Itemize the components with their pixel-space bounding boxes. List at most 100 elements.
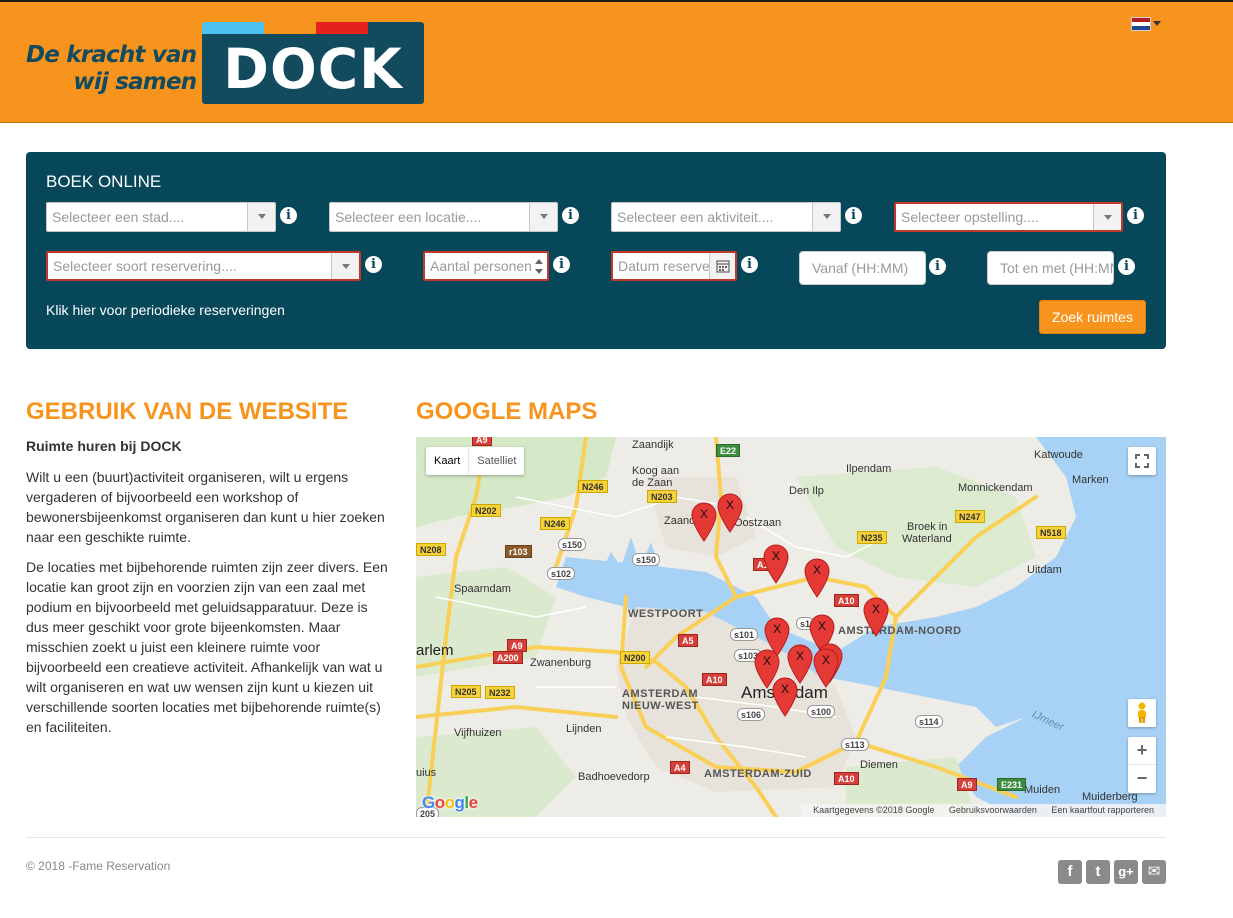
calendar-icon[interactable] <box>709 253 735 279</box>
activity-select[interactable]: Selecteer een aktiviteit.... <box>611 202 841 232</box>
map-attribution: Kaartgegevens ©2018 Google Gebruiksvoorw… <box>801 804 1166 817</box>
from-time-input[interactable]: Vanaf (HH:MM) <box>799 251 926 285</box>
street-view-button[interactable] <box>1128 699 1156 727</box>
road-shield: s101 <box>730 628 759 641</box>
to-time-input[interactable]: Tot en met (HH:MM) <box>987 251 1114 285</box>
map-marker[interactable]: X <box>772 677 798 717</box>
location-select-placeholder: Selecteer een locatie.... <box>335 209 482 225</box>
road-shield: A10 <box>702 673 727 686</box>
place-label: Katwoude <box>1034 449 1083 461</box>
info-icon[interactable]: i <box>1118 258 1135 275</box>
city-select[interactable]: Selecteer een stad.... <box>46 202 276 232</box>
map-marker[interactable]: X <box>863 597 889 637</box>
google-logo[interactable]: Google <box>422 793 478 813</box>
road-shield: s113 <box>841 738 869 751</box>
fullscreen-button[interactable] <box>1128 447 1156 475</box>
info-icon[interactable]: i <box>365 256 382 273</box>
road-shield: s102 <box>547 567 576 580</box>
marker-label: X <box>725 498 734 512</box>
place-label: de Zaan <box>632 477 673 489</box>
info-icon[interactable]: i <box>845 207 862 224</box>
activity-select-placeholder: Selecteer een aktiviteit.... <box>617 209 774 225</box>
footer-divider <box>26 837 1166 838</box>
email-icon[interactable]: ✉ <box>1142 860 1166 884</box>
map-marker[interactable]: X <box>804 558 830 598</box>
place-label: Monnickendam <box>958 482 1033 494</box>
map-data-credit: Kaartgegevens ©2018 Google <box>813 805 935 815</box>
logo-stripe-blue <box>202 22 264 34</box>
logo-stripe-orange <box>264 22 316 34</box>
place-label: Badhoevedorp <box>578 771 650 783</box>
report-error-link[interactable]: Een kaartfout rapporteren <box>1051 805 1154 815</box>
twitter-icon[interactable]: t <box>1086 860 1110 884</box>
logo-text: DOCK <box>223 37 403 101</box>
site-header: De kracht van wij samen DOCK <box>0 0 1233 123</box>
place-label: Vijfhuizen <box>454 727 502 739</box>
date-input[interactable]: Datum reservering <box>611 251 737 281</box>
search-rooms-button[interactable]: Zoek ruimtes <box>1039 300 1146 334</box>
place-label: Broek in <box>907 521 948 533</box>
periodic-reservations-link[interactable]: Klik hier voor periodieke reserveringen <box>46 302 285 318</box>
zoom-in-button[interactable]: + <box>1128 737 1156 765</box>
map-marker[interactable]: X <box>763 544 789 584</box>
place-label: Lijnden <box>566 723 602 735</box>
road-shield: N247 <box>955 510 985 523</box>
road-shield: A4 <box>670 761 690 774</box>
marker-label: X <box>871 602 880 616</box>
info-icon[interactable]: i <box>553 256 570 273</box>
map-type-map-button[interactable]: Kaart <box>426 447 468 475</box>
chevron-down-icon <box>812 203 840 231</box>
road-shield: A5 <box>678 634 698 647</box>
slogan-line-1: De kracht van <box>26 42 197 68</box>
road-shield: A9 <box>472 437 492 446</box>
info-icon[interactable]: i <box>929 258 946 275</box>
number-spinner[interactable] <box>531 253 547 279</box>
pegman-icon <box>1138 702 1146 723</box>
dutch-flag-icon[interactable] <box>1131 17 1151 31</box>
terms-link[interactable]: Gebruiksvoorwaarden <box>949 805 1037 815</box>
road-shield: r103 <box>505 545 532 558</box>
map-type-satellite-button[interactable]: Satelliet <box>468 447 524 475</box>
place-label: Koog aan <box>632 465 680 477</box>
reservation-type-placeholder: Selecteer soort reservering.... <box>53 258 237 274</box>
marker-label: X <box>821 653 830 667</box>
chevron-down-icon <box>1093 204 1121 230</box>
place-label: arlem <box>416 642 454 659</box>
usage-subheading: Ruimte huren bij DOCK <box>26 438 182 454</box>
road-shield: N203 <box>647 490 677 503</box>
google-map[interactable]: Zaandijk Koog aan de Zaan Ilpendam Katwo… <box>416 437 1166 817</box>
info-icon[interactable]: i <box>280 207 297 224</box>
location-select[interactable]: Selecteer een locatie.... <box>329 202 558 232</box>
zoom-out-button[interactable]: − <box>1128 765 1156 793</box>
road-shield: N232 <box>485 686 515 699</box>
usage-paragraph-1: Wilt u een (buurt)activiteit organiseren… <box>26 469 385 545</box>
marker-label: X <box>699 507 708 521</box>
info-icon[interactable]: i <box>741 256 758 273</box>
dock-logo[interactable]: DOCK <box>202 22 424 104</box>
road-shield: E22 <box>716 444 741 457</box>
chevron-down-icon[interactable] <box>1153 21 1161 26</box>
district-label: AMSTERDAM <box>622 688 698 700</box>
setup-select-placeholder: Selecteer opstelling.... <box>901 209 1039 225</box>
place-label: Spaarndam <box>454 583 511 595</box>
road-shield: s114 <box>915 715 943 728</box>
reservation-type-select[interactable]: Selecteer soort reservering.... <box>46 251 361 281</box>
road-shield: s100 <box>807 705 836 718</box>
road-shield: A9 <box>957 778 977 791</box>
map-marker[interactable]: X <box>691 502 717 542</box>
road-shield: N200 <box>620 651 650 664</box>
zoom-control: + − <box>1128 737 1156 793</box>
marker-label: X <box>817 619 826 633</box>
setup-select[interactable]: Selecteer opstelling.... <box>894 202 1123 232</box>
map-marker[interactable]: X <box>717 493 743 533</box>
persons-input[interactable]: Aantal personen <box>423 251 549 281</box>
map-marker[interactable]: X <box>813 648 839 688</box>
booking-title: BOEK ONLINE <box>46 172 162 191</box>
usage-paragraph-2: De locaties met bijbehorende ruimten zij… <box>26 559 388 735</box>
info-icon[interactable]: i <box>1127 207 1144 224</box>
google-plus-icon[interactable]: g+ <box>1114 860 1138 884</box>
district-label: AMSTERDAM-NOORD <box>838 625 962 637</box>
marker-label: X <box>795 649 804 663</box>
info-icon[interactable]: i <box>562 207 579 224</box>
facebook-icon[interactable]: f <box>1058 860 1082 884</box>
